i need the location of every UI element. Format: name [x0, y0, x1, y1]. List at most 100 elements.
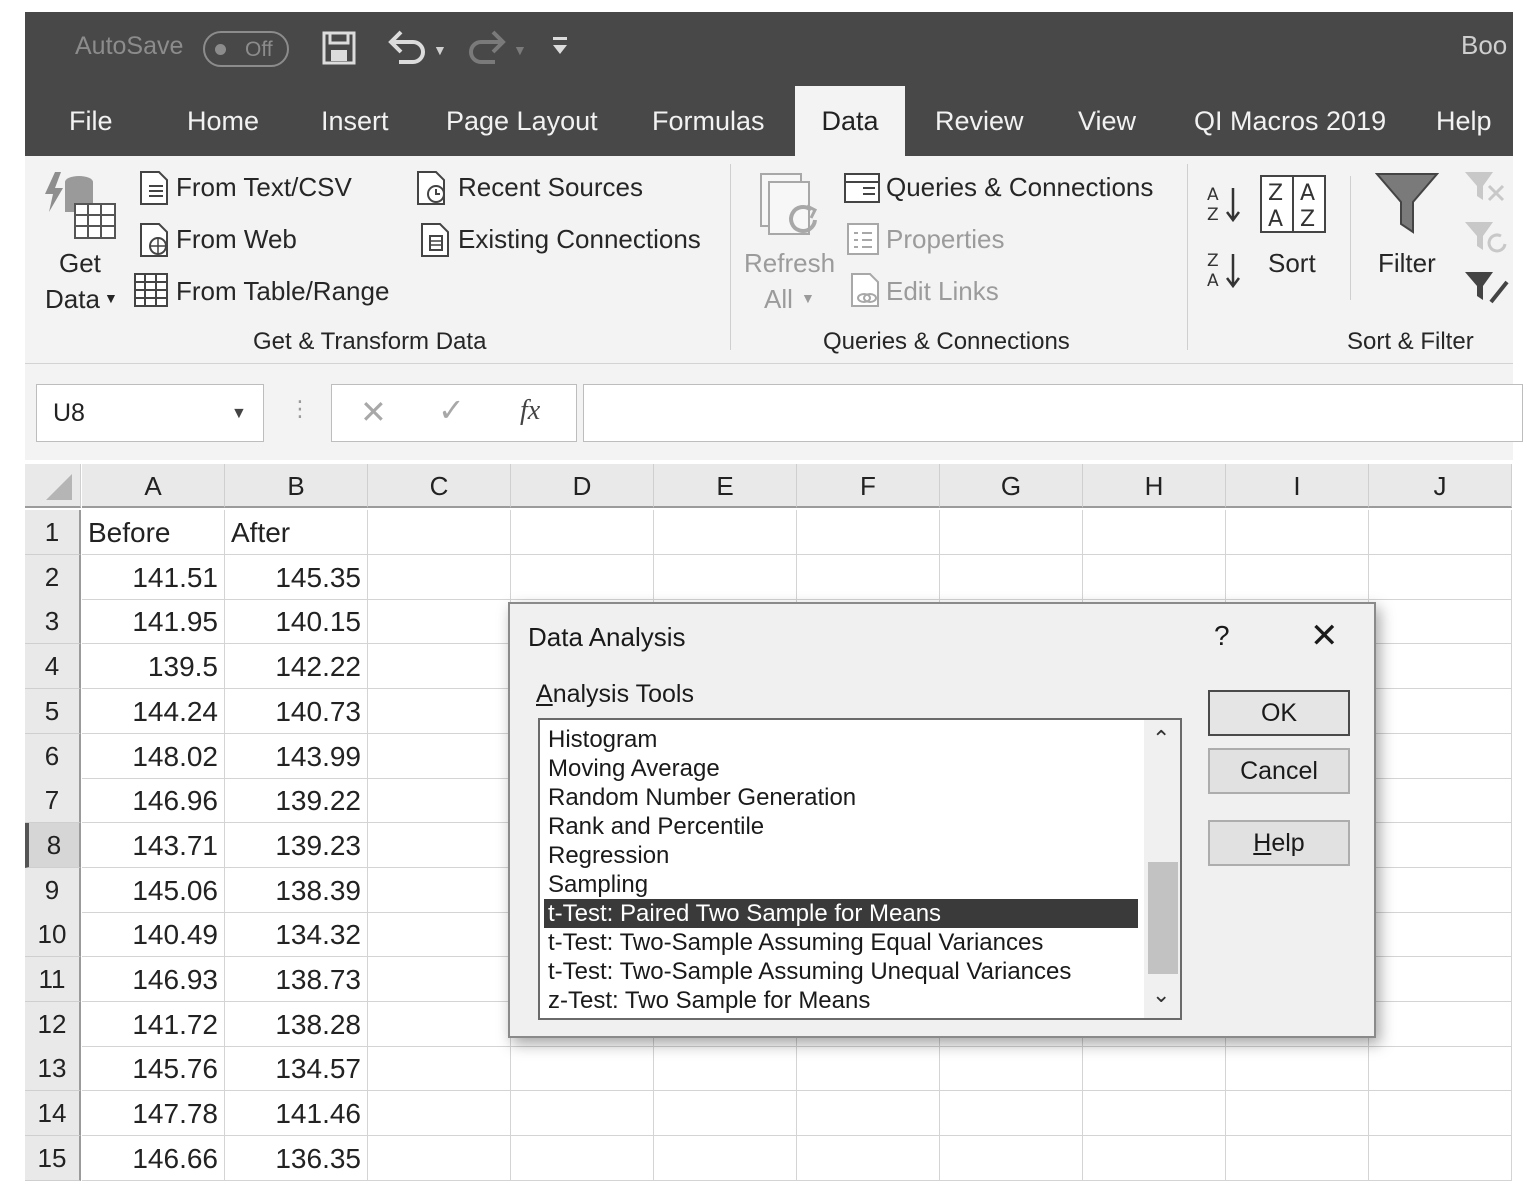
cell-h13[interactable]	[1083, 1046, 1226, 1091]
sort-a-to-z-icon[interactable]: AZ	[1205, 182, 1243, 231]
cell-c6[interactable]	[368, 734, 511, 779]
cell-b8[interactable]: 139.23	[225, 823, 368, 868]
cell-a4[interactable]: 139.5	[82, 644, 225, 689]
tab-qi-macros[interactable]: QI Macros 2019	[1194, 86, 1386, 156]
scroll-down-icon[interactable]: ⌄	[1152, 982, 1170, 1008]
cell-h15[interactable]	[1083, 1136, 1226, 1181]
tab-review[interactable]: Review	[935, 86, 1024, 156]
cell-e13[interactable]	[654, 1046, 797, 1091]
cell-j1[interactable]	[1369, 510, 1512, 555]
cell-b12[interactable]: 138.28	[225, 1002, 368, 1047]
cell-i14[interactable]	[1226, 1091, 1369, 1136]
row-header[interactable]: 8	[25, 823, 81, 868]
analysis-tool-item[interactable]: z-Test: Two Sample for Means	[544, 986, 1138, 1015]
enter-check-icon[interactable]: ✓	[438, 391, 465, 429]
cell-b11[interactable]: 138.73	[225, 957, 368, 1002]
cell-j5[interactable]	[1369, 689, 1512, 734]
cell-i15[interactable]	[1226, 1136, 1369, 1181]
tab-home[interactable]: Home	[187, 86, 259, 156]
cell-a2[interactable]: 141.51	[82, 555, 225, 600]
cell-j14[interactable]	[1369, 1091, 1512, 1136]
tab-file[interactable]: File	[69, 86, 113, 156]
cell-d15[interactable]	[511, 1136, 654, 1181]
cell-d2[interactable]	[511, 555, 654, 600]
cell-j8[interactable]	[1369, 823, 1512, 868]
cell-c12[interactable]	[368, 1002, 511, 1047]
cell-a10[interactable]: 140.49	[82, 912, 225, 957]
cell-h14[interactable]	[1083, 1091, 1226, 1136]
cell-j2[interactable]	[1369, 555, 1512, 600]
analysis-tool-item[interactable]: t-Test: Two-Sample Assuming Equal Varian…	[544, 928, 1138, 957]
cell-a15[interactable]: 146.66	[82, 1136, 225, 1181]
cell-d1[interactable]	[511, 510, 654, 555]
analysis-tool-item[interactable]: t-Test: Paired Two Sample for Means	[544, 899, 1138, 928]
cell-c2[interactable]	[368, 555, 511, 600]
row-header[interactable]: 11	[25, 957, 81, 1002]
cell-b3[interactable]: 140.15	[225, 599, 368, 644]
row-header[interactable]: 1	[25, 510, 81, 555]
row-header[interactable]: 14	[25, 1091, 81, 1136]
advanced-filter-icon[interactable]	[1463, 268, 1513, 313]
cell-c8[interactable]	[368, 823, 511, 868]
cell-b9[interactable]: 138.39	[225, 868, 368, 913]
cell-g15[interactable]	[940, 1136, 1083, 1181]
cell-a5[interactable]: 144.24	[82, 689, 225, 734]
cell-j3[interactable]	[1369, 599, 1512, 644]
cell-a13[interactable]: 145.76	[82, 1046, 225, 1091]
cell-a7[interactable]: 146.96	[82, 778, 225, 823]
row-header[interactable]: 7	[25, 778, 81, 823]
cancel-button[interactable]: Cancel	[1208, 748, 1350, 794]
analysis-tool-item[interactable]: Random Number Generation	[544, 783, 1138, 812]
scroll-up-icon[interactable]: ⌃	[1152, 726, 1170, 752]
row-header[interactable]: 5	[25, 689, 81, 734]
cell-a8[interactable]: 143.71	[82, 823, 225, 868]
name-box-dropdown-icon[interactable]: ▼	[231, 405, 247, 423]
undo-icon[interactable]	[385, 28, 429, 71]
cell-b13[interactable]: 134.57	[225, 1046, 368, 1091]
cell-a3[interactable]: 141.95	[82, 599, 225, 644]
dialog-help-icon[interactable]: ?	[1214, 620, 1230, 652]
cell-f1[interactable]	[797, 510, 940, 555]
cell-h1[interactable]	[1083, 510, 1226, 555]
row-header[interactable]: 9	[25, 868, 81, 913]
undo-dropdown-icon[interactable]: ▼	[433, 42, 447, 58]
scroll-thumb[interactable]	[1148, 862, 1178, 974]
analysis-tool-item[interactable]: Histogram	[544, 725, 1138, 754]
analysis-tool-item[interactable]: t-Test: Two-Sample Assuming Unequal Vari…	[544, 957, 1138, 986]
cell-b5[interactable]: 140.73	[225, 689, 368, 734]
cell-g14[interactable]	[940, 1091, 1083, 1136]
name-box[interactable]: U8 ▼	[36, 384, 264, 442]
cell-i13[interactable]	[1226, 1046, 1369, 1091]
cell-j6[interactable]	[1369, 734, 1512, 779]
row-header[interactable]: 12	[25, 1002, 81, 1047]
cell-c5[interactable]	[368, 689, 511, 734]
tab-insert[interactable]: Insert	[321, 86, 389, 156]
cell-b2[interactable]: 145.35	[225, 555, 368, 600]
column-header-a[interactable]: A	[82, 464, 225, 508]
save-icon[interactable]	[321, 30, 357, 71]
column-header-j[interactable]: J	[1369, 464, 1512, 508]
cell-b10[interactable]: 134.32	[225, 912, 368, 957]
column-header-b[interactable]: B	[225, 464, 368, 508]
row-header[interactable]: 2	[25, 555, 81, 600]
cell-e14[interactable]	[654, 1091, 797, 1136]
select-all-corner[interactable]	[25, 464, 81, 508]
tab-page-layout[interactable]: Page Layout	[446, 86, 598, 156]
cell-c13[interactable]	[368, 1046, 511, 1091]
analysis-tool-item[interactable]: Rank and Percentile	[544, 812, 1138, 841]
insert-function-icon[interactable]: fx	[520, 395, 540, 427]
list-scrollbar[interactable]: ⌃ ⌄	[1144, 720, 1180, 1018]
column-header-c[interactable]: C	[368, 464, 511, 508]
row-header[interactable]: 10	[25, 912, 81, 957]
column-header-f[interactable]: F	[797, 464, 940, 508]
cell-b14[interactable]: 141.46	[225, 1091, 368, 1136]
cell-c1[interactable]	[368, 510, 511, 555]
cell-a14[interactable]: 147.78	[82, 1091, 225, 1136]
cell-g13[interactable]	[940, 1046, 1083, 1091]
cell-b7[interactable]: 139.22	[225, 778, 368, 823]
cell-g2[interactable]	[940, 555, 1083, 600]
cell-i2[interactable]	[1226, 555, 1369, 600]
cell-c4[interactable]	[368, 644, 511, 689]
cell-j4[interactable]	[1369, 644, 1512, 689]
analysis-tools-list[interactable]: Histogram Moving Average Random Number Gen…	[538, 718, 1182, 1020]
